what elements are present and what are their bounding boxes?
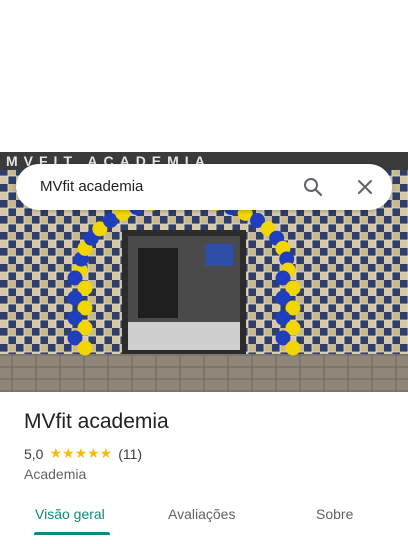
star-rating-icon: ★★★★★ bbox=[49, 445, 113, 461]
rating-value: 5,0 bbox=[24, 445, 44, 462]
close-icon[interactable] bbox=[354, 176, 376, 198]
search-bar[interactable]: MVfit academia bbox=[16, 164, 392, 210]
rating-row[interactable]: 5,0 ★★★★★ (11) bbox=[24, 445, 142, 462]
place-category[interactable]: Academia bbox=[24, 466, 86, 482]
tab-bar: Visão geral Avaliações Sobre bbox=[0, 496, 408, 544]
active-tab-indicator bbox=[34, 532, 110, 535]
review-count[interactable]: (11) bbox=[118, 446, 142, 462]
tab-overview[interactable]: Visão geral bbox=[35, 506, 105, 522]
tab-about[interactable]: Sobre bbox=[316, 506, 353, 522]
search-input[interactable]: MVfit academia bbox=[40, 178, 143, 195]
search-icon[interactable] bbox=[302, 176, 324, 198]
place-title: MVfit academia bbox=[24, 410, 169, 433]
tab-reviews[interactable]: Avaliações bbox=[168, 506, 235, 522]
